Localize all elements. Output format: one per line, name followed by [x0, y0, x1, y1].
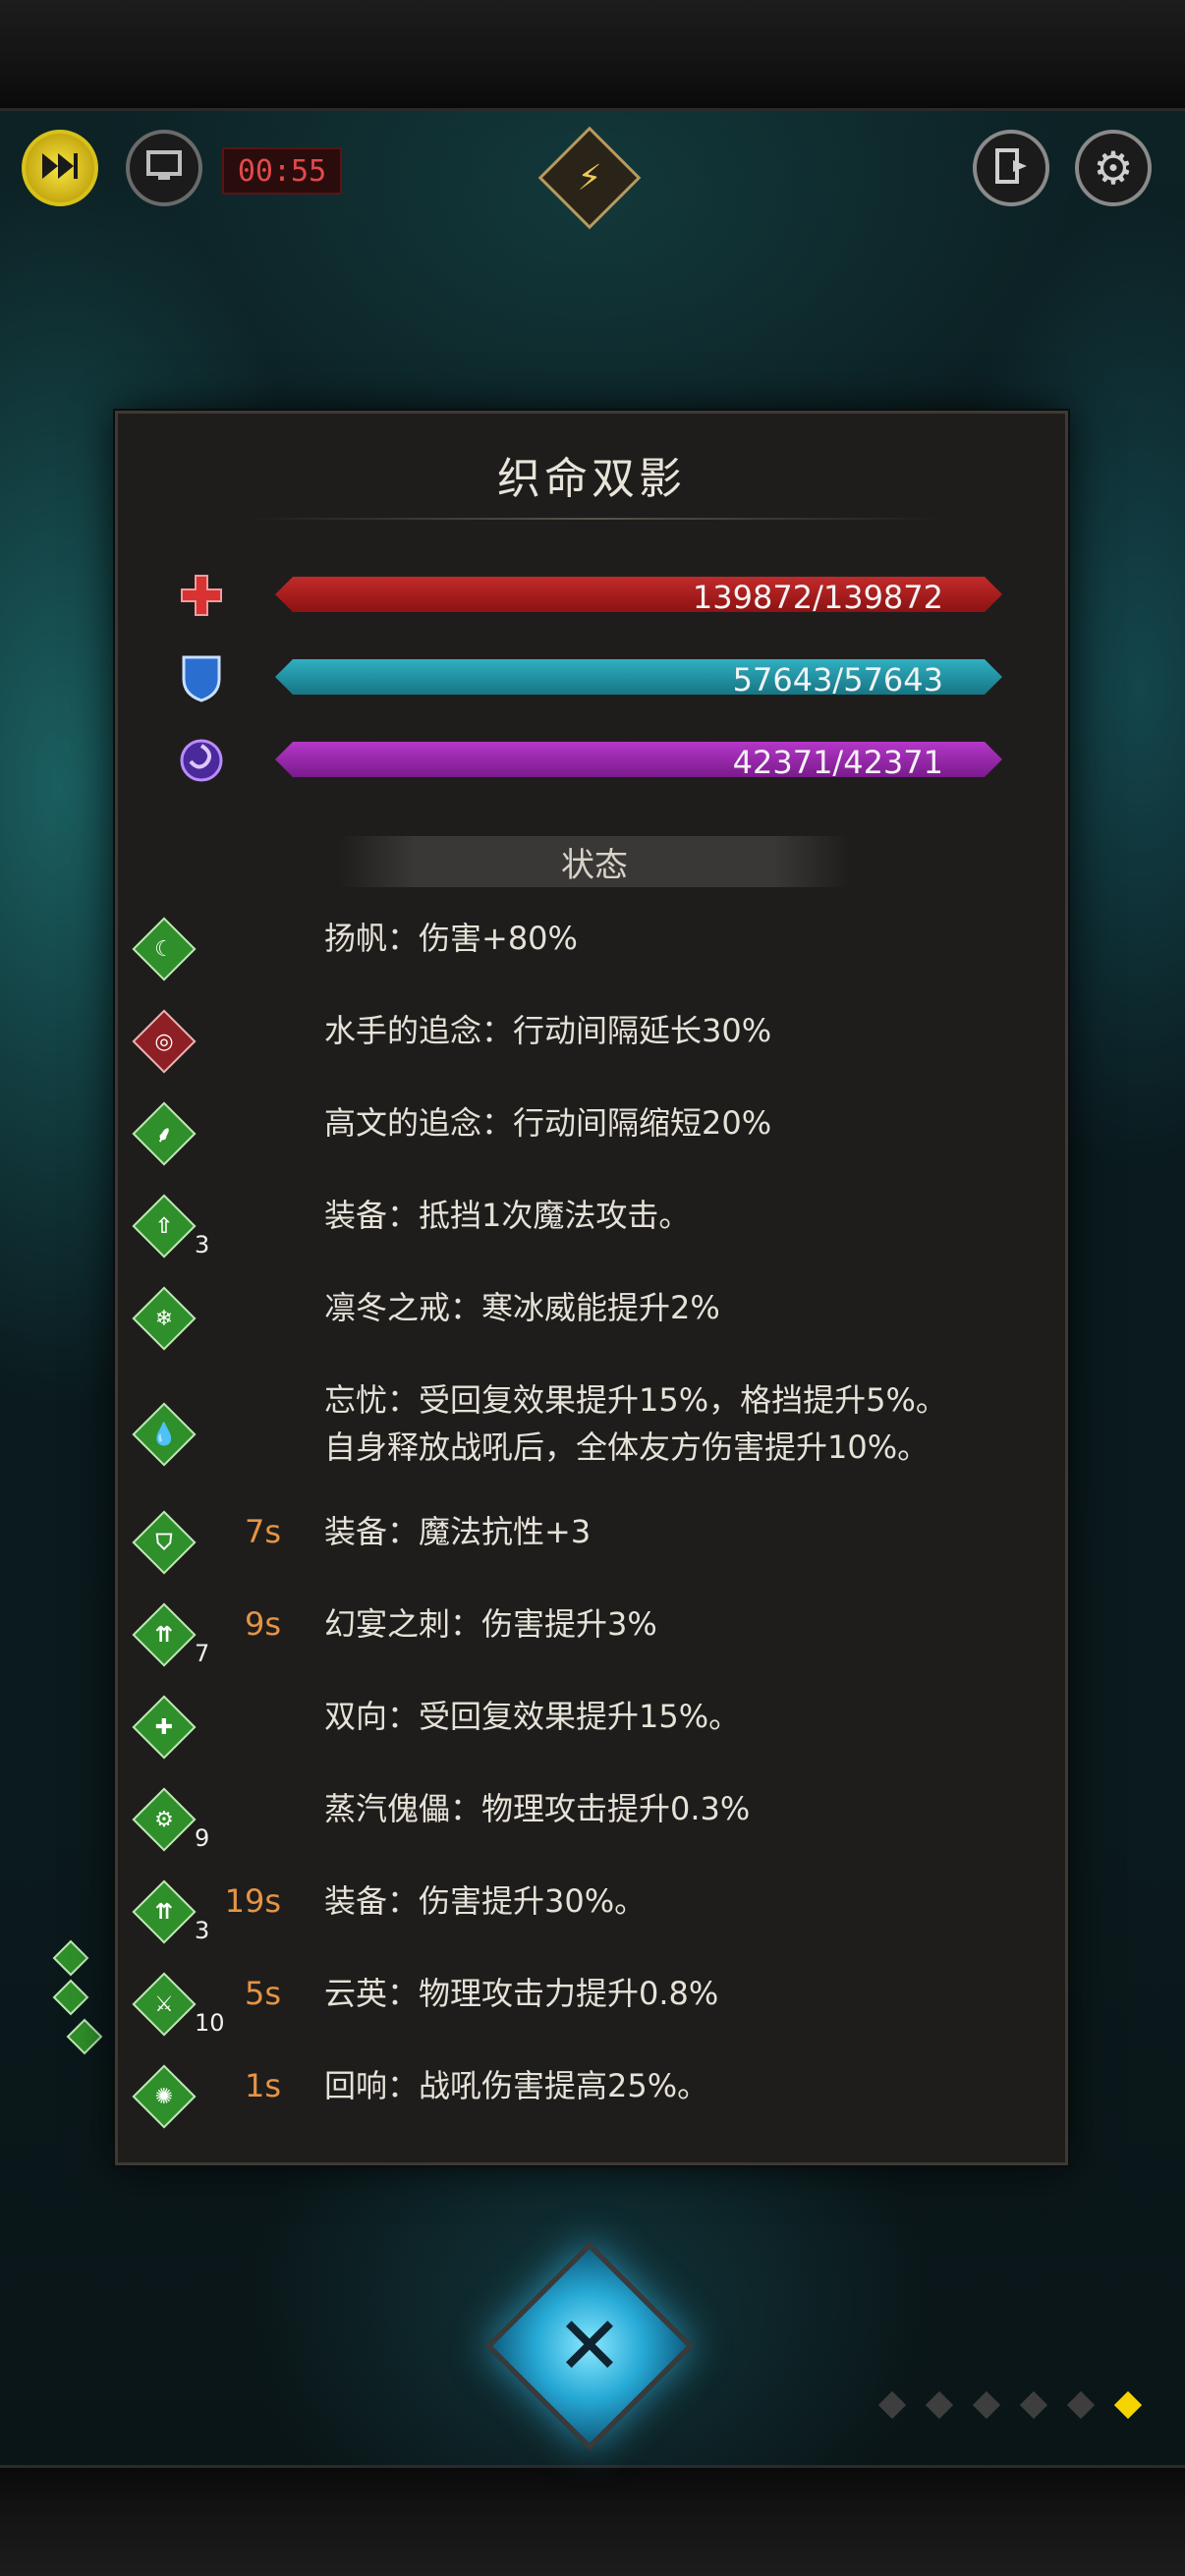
page-dot[interactable]: [877, 2390, 907, 2420]
status-text: 水手的追念：行动间隔延长30%: [324, 1012, 772, 1049]
puzzle-icon: ✚: [132, 1695, 197, 1760]
status-duration: 5s: [244, 1975, 281, 2012]
page-dot[interactable]: [972, 2390, 1001, 2420]
status-text: 装备：魔法抗性+3: [324, 1513, 592, 1550]
boot-icon: ⸙: [132, 1101, 197, 1166]
lightning-emblem-icon: ⚡: [577, 157, 602, 198]
target-swirl-icon: ◎: [132, 1009, 197, 1074]
panel-title: 织命双影: [497, 454, 686, 504]
shield-bar-row: 57643/57643: [177, 653, 1042, 702]
status-duration: 19s: [224, 1882, 281, 1920]
status-text: 高文的追念：行动间隔缩短20%: [324, 1104, 772, 1142]
page-dot-active[interactable]: [1113, 2390, 1143, 2420]
status-text: 蒸汽傀儡：物理攻击提升0.3%: [324, 1790, 751, 1827]
snowflake-icon: ❄: [132, 1286, 197, 1351]
status-section-tab: 状态: [339, 836, 850, 887]
health-value: 139872/139872: [692, 579, 943, 616]
shield-value: 57643/57643: [732, 661, 943, 699]
status-text: 忘忧：受回复效果提升15%，格挡提升5%。 自身释放战吼后，全体友方伤害提升10…: [324, 1381, 947, 1466]
arrow-up-icon: ⇈: [132, 1602, 197, 1667]
stack-count: 7: [195, 1640, 210, 1667]
unit-status-panel: 织命双影 139872/139872 57643/57643 42371/423…: [115, 411, 1068, 2165]
monitor-icon: [144, 148, 184, 188]
status-text: 装备：抵挡1次魔法攻击。: [324, 1197, 691, 1234]
page-dot[interactable]: [1066, 2390, 1096, 2420]
status-text: 回响：战吼伤害提高25%。: [324, 2067, 709, 2104]
arrow-up-icon: ⇈: [132, 1879, 197, 1944]
status-duration: 7s: [244, 1513, 281, 1550]
stack-count: 9: [195, 1824, 210, 1852]
status-text: 扬帆：伤害+80%: [324, 920, 578, 957]
exit-door-icon: [991, 146, 1031, 190]
shield-bar: 57643/57643: [275, 659, 1002, 695]
shield-up-icon: ⇧: [132, 1194, 197, 1259]
gear-icon: ⚙: [1093, 141, 1134, 195]
page-dot[interactable]: [925, 2390, 954, 2420]
status-text: 装备：伤害提升30%。: [324, 1882, 647, 1920]
fast-forward-icon: [40, 151, 80, 185]
health-cross-icon: [177, 571, 226, 620]
title-divider: [246, 518, 943, 520]
auto-battle-button[interactable]: [126, 130, 202, 206]
mana-value: 42371/42371: [732, 744, 943, 781]
shield-icon: ⛉: [132, 1510, 197, 1575]
close-x-icon: ✕: [555, 2299, 624, 2393]
page-indicator: [877, 2390, 1157, 2425]
mana-bar: 42371/42371: [275, 742, 1002, 777]
page-dot[interactable]: [1019, 2390, 1048, 2420]
settings-button[interactable]: ⚙: [1075, 130, 1152, 206]
sword-icon: ⚔: [132, 1972, 197, 2037]
status-duration: 1s: [244, 2067, 281, 2104]
crescent-icon: ☾: [132, 917, 197, 981]
status-text: 幻宴之刺：伤害提升3%: [324, 1605, 657, 1643]
health-bar-row: 139872/139872: [177, 571, 1042, 616]
stack-count: 3: [195, 1917, 210, 1944]
burst-icon: ✺: [132, 2064, 197, 2129]
gears-icon: ⚙: [132, 1787, 197, 1852]
battle-timer: 00:55: [222, 147, 342, 195]
speed-button[interactable]: [22, 130, 98, 206]
status-text: 云英：物理攻击力提升0.8%: [324, 1975, 719, 2012]
exit-button[interactable]: [973, 130, 1049, 206]
health-bar: 139872/139872: [275, 577, 1002, 612]
vortex-icon: [177, 736, 226, 785]
status-text: 凛冬之戒：寒冰威能提升2%: [324, 1289, 720, 1326]
bottom-frame: [0, 2465, 1185, 2576]
status-text: 双向：受回复效果提升15%。: [324, 1698, 741, 1735]
top-frame: [0, 0, 1185, 111]
shield-icon: [177, 653, 226, 702]
status-duration: 9s: [244, 1605, 281, 1643]
droplets-icon: 💧: [132, 1402, 197, 1467]
mana-bar-row: 42371/42371: [177, 736, 1042, 782]
stack-count: 3: [195, 1231, 210, 1259]
